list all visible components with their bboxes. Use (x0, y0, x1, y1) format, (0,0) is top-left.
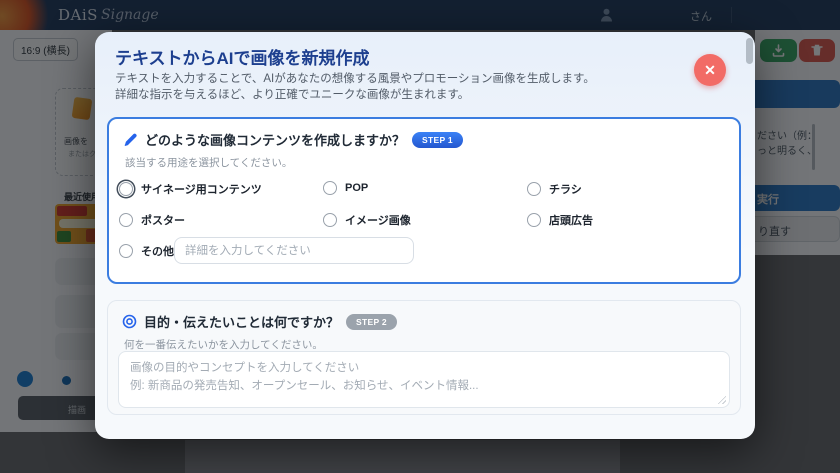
step2-badge: STEP 2 (346, 314, 397, 330)
dialog-description-line2: 詳細な指示を与えるほど、より正確でユニークな画像が生まれます。 (115, 86, 469, 102)
purpose-textarea[interactable]: 画像の目的やコンセプトを入力してください 例: 新商品の発売告知、オープンセール… (118, 351, 730, 408)
step2-header: 目的・伝えたいことは何ですか？ STEP 2 (122, 312, 397, 331)
option-store-ad[interactable]: 店頭広告 (527, 212, 593, 228)
step2-question: 目的・伝えたいことは何ですか？ (144, 312, 339, 331)
option-label: POP (345, 182, 368, 194)
radio-icon[interactable] (323, 213, 337, 227)
radio-icon[interactable] (323, 181, 337, 195)
radio-icon[interactable] (119, 244, 133, 258)
close-button[interactable]: ✕ (694, 54, 726, 86)
step1-badge: STEP 1 (412, 132, 463, 148)
option-other[interactable]: その他 (119, 243, 174, 259)
radio-icon[interactable] (527, 182, 541, 196)
ai-image-create-dialog: テキストからAIで画像を新規作成 テキストを入力することで、AIがあなたの想像す… (95, 32, 755, 439)
step2-hint: 何を一番伝えたいかを入力してください。 (124, 337, 323, 352)
pen-icon (123, 132, 138, 147)
textarea-placeholder-line1: 画像の目的やコンセプトを入力してください (130, 360, 718, 378)
dialog-description-line1: テキストを入力することで、AIがあなたの想像する風景やプロモーション画像を生成し… (115, 70, 595, 86)
radio-icon[interactable] (527, 213, 541, 227)
step1-header: どのような画像コンテンツを作成しますか？ STEP 1 (123, 130, 463, 149)
textarea-placeholder-line2: 例: 新商品の発売告知、オープンセール、お知らせ、イベント情報... (130, 378, 718, 396)
option-signage-content[interactable]: サイネージ用コンテンツ (119, 181, 262, 197)
modal-scrollbar-thumb[interactable] (746, 38, 753, 64)
step1-hint: 該当する用途を選択してください。 (125, 155, 292, 170)
option-flyer[interactable]: チラシ (527, 181, 582, 197)
target-icon (122, 314, 137, 329)
option-pop[interactable]: POP (323, 181, 368, 195)
option-label: その他 (141, 243, 174, 259)
option-label: ポスター (141, 212, 185, 228)
option-image[interactable]: イメージ画像 (323, 212, 411, 228)
radio-icon[interactable] (119, 182, 133, 196)
other-detail-input[interactable] (174, 237, 414, 264)
app-root: DAiS Signage さん 16:9 (横長) 画像を またはク 最近使用し… (0, 0, 840, 473)
option-label: サイネージ用コンテンツ (141, 181, 262, 197)
radio-icon[interactable] (119, 213, 133, 227)
option-label: 店頭広告 (549, 212, 593, 228)
resize-handle[interactable] (717, 395, 726, 404)
step2-card: 目的・伝えたいことは何ですか？ STEP 2 何を一番伝えたいかを入力してくださ… (107, 300, 741, 415)
dialog-title: テキストからAIで画像を新規作成 (115, 44, 370, 69)
step1-card: どのような画像コンテンツを作成しますか？ STEP 1 該当する用途を選択してく… (107, 117, 741, 284)
close-icon: ✕ (704, 62, 716, 79)
step1-question: どのような画像コンテンツを作成しますか？ (145, 130, 405, 149)
option-label: チラシ (549, 181, 582, 197)
option-poster[interactable]: ポスター (119, 212, 185, 228)
option-label: イメージ画像 (345, 212, 411, 228)
